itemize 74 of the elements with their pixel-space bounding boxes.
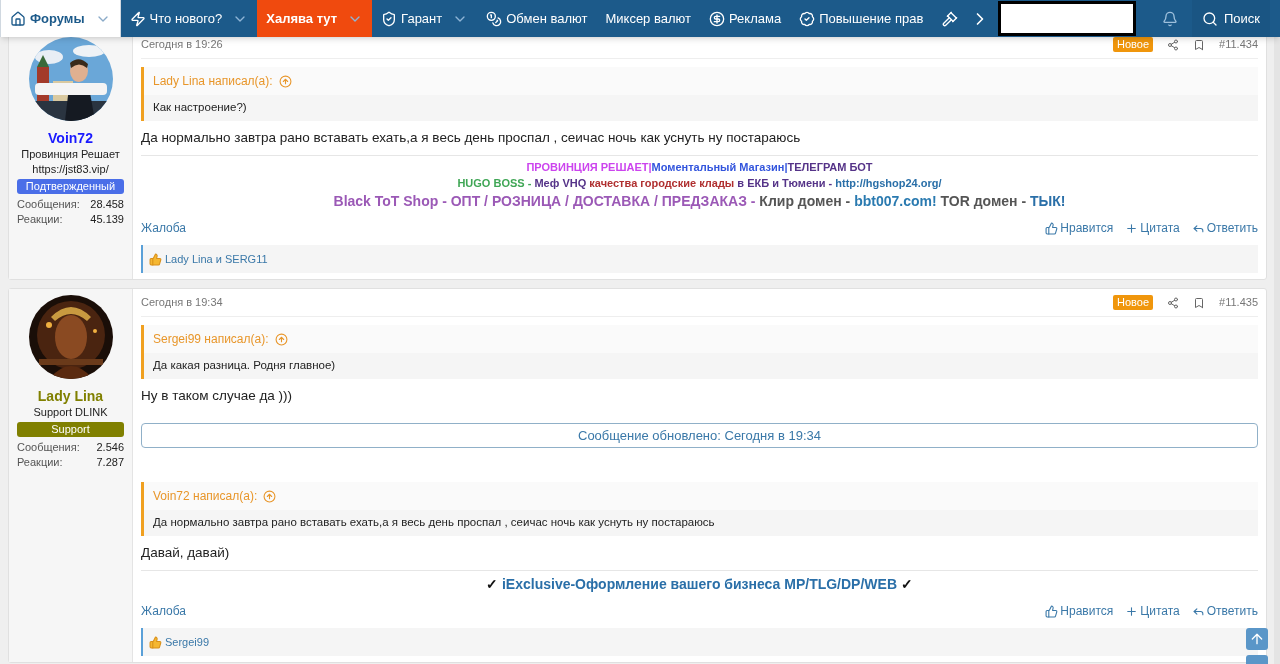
dollar-icon <box>708 10 725 27</box>
message-text: Давай, давай) <box>141 544 231 562</box>
report-link[interactable]: Жалоба <box>141 220 186 236</box>
nav-tab[interactable]: Реклама <box>699 0 791 37</box>
username-link[interactable]: Lady Lina <box>37 387 104 405</box>
stat-value: 45.139 <box>90 212 124 227</box>
likes-link[interactable]: Sergei99 <box>165 633 210 651</box>
stat-label: Сообщения: <box>17 197 80 212</box>
user-title: Провинция Решает <box>21 147 120 162</box>
post-action-link[interactable]: Цитата <box>1125 603 1180 619</box>
signature-line: ПРОВИНЦИЯ РЕШАЕТ|Моментальный Магазин|ТЕЛЕГРАМ БОТ <box>526 160 873 175</box>
post-action-link[interactable]: Нравится <box>1045 220 1114 236</box>
thumbs-up-icon <box>149 252 162 266</box>
user-site: https://jst83.vip/ <box>32 162 109 177</box>
search-icon <box>1201 10 1218 27</box>
bell-icon <box>1162 10 1179 27</box>
post-action-link[interactable]: Ответить <box>1191 603 1258 619</box>
bookmark-icon[interactable] <box>1193 38 1206 51</box>
signature-line: Black ToT Shop - ОПТ / РОЗНИЦА / ДОСТАВКА / ПРЕДЗАКАЗ - Клир домен - bbt007.com! TOR домен - ТЫК! <box>333 192 1066 211</box>
share-icon[interactable] <box>1167 296 1180 309</box>
nav-tab[interactable]: Повышение прав <box>790 0 933 37</box>
thumbs-up-icon <box>1045 221 1059 235</box>
nav-tab[interactable]: Форумы <box>0 0 121 37</box>
new-badge: Новое <box>1113 37 1154 52</box>
user-badge: Подтвержденный <box>17 179 124 194</box>
lightning-icon <box>129 10 146 27</box>
quote-author: Voin72 написал(а): <box>153 488 258 505</box>
quote-text: Да какая разница. Родня главное) <box>152 358 337 374</box>
post-action-link[interactable]: Нравится <box>1045 603 1114 619</box>
new-badge: Новое <box>1113 295 1154 310</box>
signature-line: ✓ iExclusive-Оформление вашего бизнеса MP/TLG/DP/WEB ✓ <box>486 575 913 594</box>
post-date[interactable]: Сегодня в 19:34 <box>141 294 223 311</box>
shield-icon <box>381 10 398 27</box>
message-text: Да нормально завтра рано вставать ехать,а я весь день проспал , сеичас ночь как уснуть ну постараюсь <box>141 129 802 147</box>
quote-author: Sergei99 написал(а): <box>153 331 269 348</box>
quote-text: Как настроение?) <box>152 100 248 116</box>
post-action-link[interactable]: Цитата <box>1125 220 1180 236</box>
post-number[interactable]: #11.434 <box>1219 36 1258 53</box>
bookmark-icon[interactable] <box>1193 296 1206 309</box>
quote-author: Lady Lina написал(а): <box>153 73 273 90</box>
nav-tab[interactable]: Миксер валют <box>596 0 700 37</box>
stat-value: 7.287 <box>96 455 124 470</box>
nav-tab[interactable]: Что нового? <box>120 0 258 37</box>
badge-check-icon <box>799 10 816 27</box>
nav-tab[interactable]: Халява тут <box>257 0 373 37</box>
user-badge: Support <box>17 422 124 437</box>
plus-icon <box>1125 604 1139 618</box>
quote-text: Да нормально завтра рано вставать ехать,а я весь день проспал , сеичас ночь как уснуть ну постараюсь <box>152 515 716 531</box>
coins-icon <box>486 10 503 27</box>
stat-label: Сообщения: <box>17 440 80 455</box>
stat-value: 28.458 <box>90 197 124 212</box>
signature-line: HUGO BOSS - Меф VHQ качества городские клады в ЕКБ и Тюмени - http://hgshop24.org/ <box>457 176 942 191</box>
user-title: Support DLINK <box>33 405 108 420</box>
nav-tab[interactable]: Гарант <box>372 0 478 37</box>
nav-tab[interactable]: Обмен валют <box>477 0 597 37</box>
thumbs-up-icon <box>149 635 162 649</box>
plus-icon <box>1125 221 1139 235</box>
stat-value: 2.546 <box>96 440 124 455</box>
stat-label: Реакции: <box>17 455 63 470</box>
likes-link[interactable]: Lady Lina и SERG11 <box>165 250 268 268</box>
username-link[interactable]: Voin72 <box>48 129 93 147</box>
scroll-top-button[interactable] <box>1246 628 1268 650</box>
home-icon <box>10 10 26 27</box>
share-icon[interactable] <box>1167 38 1180 51</box>
search-button[interactable]: Поиск <box>1191 0 1270 37</box>
post-date[interactable]: Сегодня в 19:26 <box>141 36 223 53</box>
message-text: Ну в таком случае да ))) <box>141 387 294 405</box>
post-action-link[interactable]: Ответить <box>1191 220 1258 236</box>
thumbs-up-icon <box>1045 604 1059 618</box>
report-link[interactable]: Жалоба <box>141 603 186 619</box>
stat-label: Реакции: <box>17 212 63 227</box>
update-notice: Сообщение обновлено: Сегодня в 19:34 <box>141 423 1258 448</box>
post-number[interactable]: #11.435 <box>1219 294 1258 311</box>
gavel-icon <box>942 10 959 27</box>
